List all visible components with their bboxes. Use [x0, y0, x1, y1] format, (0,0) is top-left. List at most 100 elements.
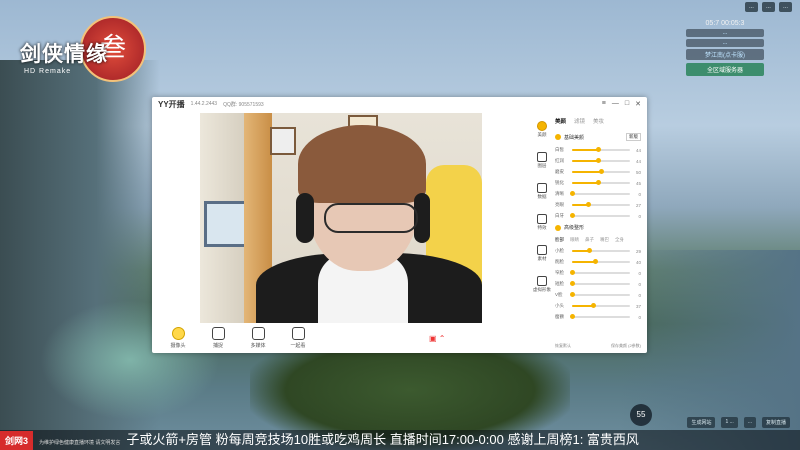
slider-label: 短脸	[555, 281, 564, 286]
beauty-slider[interactable]: 白牙 0	[555, 213, 641, 219]
slider-track[interactable]	[572, 248, 630, 253]
subtab[interactable]: 鼻子	[585, 237, 594, 243]
bottom-chip[interactable]: 复制直播	[761, 417, 790, 428]
slider-track[interactable]	[572, 303, 630, 308]
slider-track[interactable]	[570, 281, 630, 286]
menu-icon[interactable]: ≡	[602, 100, 606, 108]
subtab[interactable]: 嘴巴	[600, 237, 609, 243]
slider-knob[interactable]	[595, 158, 601, 163]
slider-track[interactable]	[572, 158, 630, 163]
camera-preview[interactable]	[200, 113, 482, 323]
slider-knob[interactable]	[570, 281, 575, 286]
beauty-slider[interactable]: 瘦颧 0	[555, 314, 641, 320]
sidebar-item-effects[interactable]: 特效	[537, 214, 547, 231]
subtab[interactable]: 眼睛	[570, 237, 579, 243]
slider-value: 0	[638, 281, 641, 287]
slider-value: 0	[638, 270, 641, 276]
slider-track[interactable]	[570, 270, 630, 275]
beauty-slider[interactable]: 白皙 44	[555, 147, 641, 153]
beauty-slider[interactable]: V脸 0	[555, 292, 641, 298]
assets-icon	[537, 245, 547, 255]
slider-track[interactable]	[570, 292, 630, 297]
slider-knob[interactable]	[570, 314, 575, 319]
slider-track[interactable]	[572, 259, 630, 264]
slider-knob[interactable]	[595, 147, 601, 152]
app-name: YY开播	[158, 99, 185, 109]
beauty-slider[interactable]: 亮眼 27	[555, 202, 641, 208]
tab-filter[interactable]: 滤镜	[574, 117, 585, 125]
hud-chip[interactable]: ...	[744, 2, 758, 12]
slider-label: 小脸	[555, 248, 564, 253]
tab-makeup[interactable]: 美妆	[593, 117, 604, 125]
tab-beauty[interactable]: 美颜	[555, 117, 566, 125]
hud-server-button[interactable]: 全区域服务器	[686, 63, 764, 76]
hud-chip[interactable]: ...	[778, 2, 792, 12]
toggle-icon[interactable]	[555, 224, 561, 231]
beauty-slider[interactable]: 清晰 0	[555, 191, 641, 197]
tool-media[interactable]: 多媒体	[246, 327, 270, 349]
slider-track[interactable]	[572, 202, 630, 207]
sidebar-item-data[interactable]: 数据	[537, 183, 547, 200]
slider-value: 44	[635, 147, 641, 153]
shape-subtabs: 脸部 眼睛 鼻子 嘴巴 全身	[555, 237, 641, 243]
headset-icon	[296, 193, 314, 243]
sidebar-item-assets[interactable]: 素材	[537, 245, 547, 262]
slider-knob[interactable]	[586, 248, 592, 253]
sidebar-item-layers[interactable]: 图层	[537, 152, 547, 169]
slider-label: 清晰	[555, 191, 564, 196]
slider-value: 27	[635, 202, 641, 208]
minimize-icon[interactable]: —	[612, 100, 619, 108]
slider-fill	[572, 171, 601, 173]
slider-label: 瘦颧	[555, 314, 564, 319]
slider-track[interactable]	[570, 213, 630, 218]
version-select[interactable]: 新版	[626, 133, 641, 141]
beauty-slider[interactable]: 窄脸 0	[555, 270, 641, 276]
hud-chip[interactable]: ...	[761, 2, 775, 12]
record-icon[interactable]: ▣ ⌃	[429, 334, 445, 343]
tool-camera[interactable]: 摄像头	[166, 327, 190, 349]
slider-knob[interactable]	[585, 202, 591, 207]
sidebar-item-beauty[interactable]: 美颜	[537, 121, 547, 138]
slider-track[interactable]	[570, 314, 630, 319]
tool-label: 摄像头	[170, 343, 186, 349]
slider-knob[interactable]	[570, 292, 575, 297]
slider-knob[interactable]	[596, 180, 602, 185]
beauty-slider[interactable]: 削脸 40	[555, 259, 641, 265]
beauty-slider[interactable]: 小头 37	[555, 303, 641, 309]
bottom-chip[interactable]: ...	[743, 417, 756, 428]
beauty-slider[interactable]: 小脸 29	[555, 248, 641, 254]
window-titlebar[interactable]: YY开播 1.44.2.2443 QQ群: 905571593 ≡ — □ ✕	[152, 97, 647, 111]
save-beauty-button[interactable]: 保存美颜 (2参数)	[611, 343, 641, 349]
logo-subtitle: HD Remake	[24, 68, 72, 75]
slider-knob[interactable]	[593, 259, 599, 264]
tool-capture[interactable]: 捕捉	[206, 327, 230, 349]
subtab[interactable]: 全身	[615, 237, 624, 243]
slider-knob[interactable]	[591, 303, 597, 308]
sidebar-label: 数据	[537, 194, 547, 199]
slider-track[interactable]	[572, 147, 630, 152]
slider-knob[interactable]	[599, 169, 604, 174]
close-icon[interactable]: ✕	[635, 100, 641, 108]
beauty-slider[interactable]: 磨皮 50	[555, 169, 641, 175]
maximize-icon[interactable]: □	[625, 100, 629, 108]
slider-track[interactable]	[572, 180, 630, 185]
beauty-slider[interactable]: 短脸 0	[555, 281, 641, 287]
beauty-tabs: 美颜 滤镜 美妆	[555, 117, 641, 125]
preview-glasses	[324, 203, 418, 233]
bottom-chip[interactable]: 1 ...	[721, 417, 738, 428]
beauty-slider[interactable]: 红润 44	[555, 158, 641, 164]
slider-knob[interactable]	[570, 191, 575, 196]
slider-value: 29	[635, 248, 641, 254]
tool-watch-together[interactable]: 一起看	[286, 327, 310, 349]
slider-knob[interactable]	[570, 270, 575, 275]
slider-knob[interactable]	[570, 213, 575, 218]
slider-track[interactable]	[570, 191, 630, 196]
slider-track[interactable]	[572, 169, 630, 174]
sidebar-item-avatar[interactable]: 虚拟形象	[533, 276, 551, 293]
toggle-icon[interactable]	[555, 134, 561, 140]
avatar-icon	[537, 276, 547, 286]
subtab[interactable]: 脸部	[555, 237, 564, 243]
beauty-slider[interactable]: 锐化 45	[555, 180, 641, 186]
reset-button[interactable]: 恢复默认	[555, 343, 571, 349]
bottom-chip[interactable]: 生成网站	[687, 417, 716, 428]
